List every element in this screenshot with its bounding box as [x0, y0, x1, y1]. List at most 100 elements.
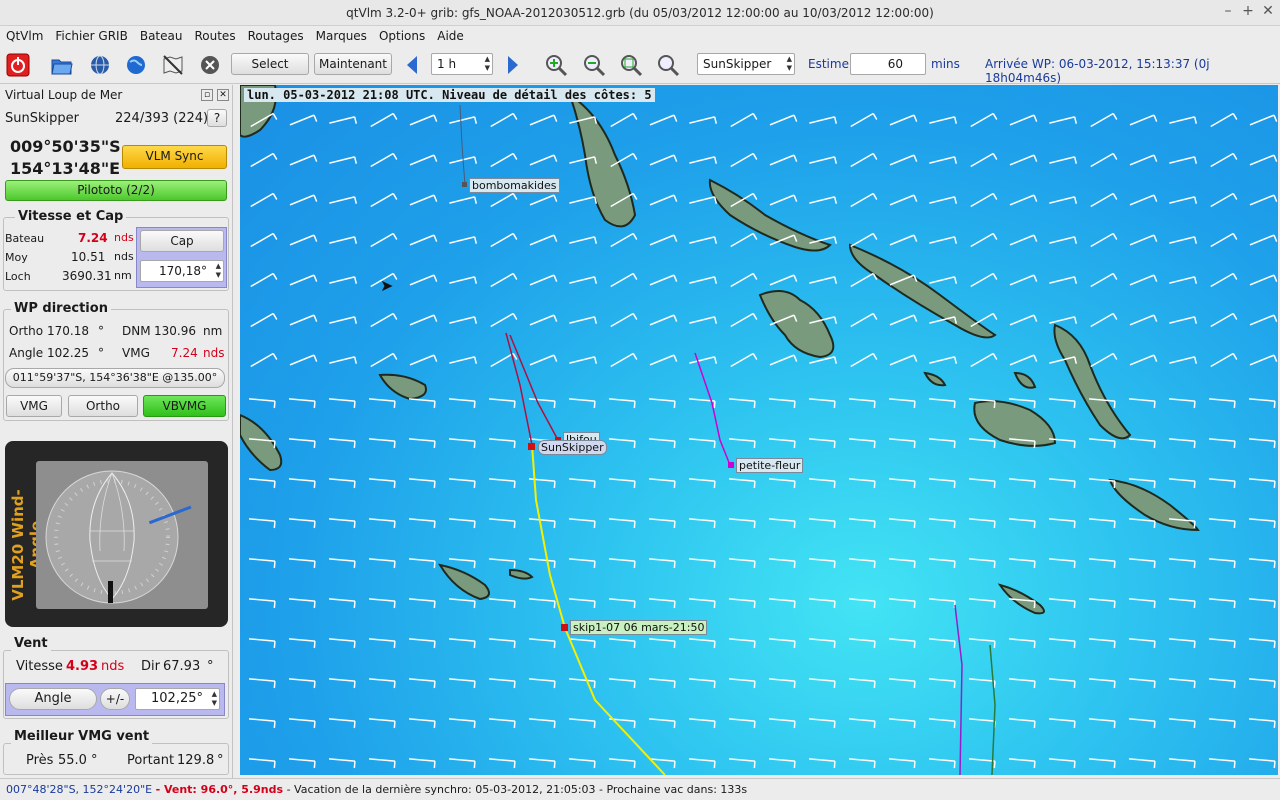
vbvmg-mode-button[interactable]: VBVMG: [143, 395, 226, 417]
angle-button[interactable]: Angle: [9, 688, 97, 710]
wind-barb-feather: [713, 641, 716, 649]
wind-barb: [528, 758, 556, 762]
menu-qtvlm[interactable]: QtVlm: [0, 26, 49, 43]
wind-barb-feather: [633, 521, 636, 529]
wind-barb: [328, 398, 356, 402]
wind-barb-feather: [953, 356, 958, 364]
power-icon[interactable]: [5, 52, 31, 78]
wind-barb-feather: [713, 521, 716, 529]
wind-barb: [808, 558, 836, 562]
spin-arrows-icon[interactable]: ▲ ▼: [216, 262, 221, 280]
boat-marker-petite-fleur[interactable]: [728, 462, 734, 468]
menu-bateau[interactable]: Bateau: [134, 26, 189, 43]
wind-barb: [568, 678, 596, 682]
ortho-mode-button[interactable]: Ortho: [68, 395, 138, 417]
cap-spinbox[interactable]: 170,18° ▲ ▼: [140, 260, 224, 282]
wind-barb-feather: [752, 193, 758, 200]
map-view[interactable]: lun. 05-03-2012 21:08 UTC. Niveau de dét…: [240, 85, 1278, 775]
wind-barb: [448, 598, 476, 602]
angle-spinbox[interactable]: 102,25° ▲ ▼: [135, 688, 220, 710]
wind-barb-feather: [713, 721, 716, 729]
wind-barb: [768, 518, 796, 522]
wind-barb: [1008, 558, 1036, 562]
wind-barb: [1090, 272, 1114, 288]
boat-marker-skip1[interactable]: [561, 624, 568, 631]
wind-barb-feather: [1153, 721, 1156, 729]
best-vmg-title: Meilleur VMG vent: [11, 729, 153, 744]
now-button[interactable]: Maintenant: [314, 53, 392, 75]
menu-routes[interactable]: Routes: [188, 26, 241, 43]
wind-barb-feather: [1273, 441, 1276, 449]
wind-barb: [248, 678, 276, 682]
globe-blue-icon[interactable]: [123, 52, 149, 78]
wind-barb: [248, 598, 276, 602]
wind-barb-feather: [793, 481, 796, 489]
vlm-sync-button[interactable]: VLM Sync: [122, 145, 227, 169]
wind-barb-feather: [473, 601, 476, 609]
wind-barb-feather: [1033, 441, 1036, 449]
vmg-mode-button[interactable]: VMG: [6, 395, 62, 417]
boat-marker-bombomakides[interactable]: [462, 182, 467, 187]
label-sunskipper[interactable]: SunSkipper: [538, 440, 607, 455]
panel-close-icon[interactable]: ✕: [217, 89, 229, 101]
wind-barb-feather: [1033, 194, 1038, 202]
label-petite-fleur[interactable]: petite-fleur: [736, 458, 804, 473]
plus-minus-button[interactable]: +/-: [100, 688, 130, 710]
spin-arrows-icon[interactable]: ▲ ▼: [485, 55, 490, 73]
pilototo-button[interactable]: Pilototo (2/2): [5, 180, 227, 201]
time-step-spinbox[interactable]: 1 h ▲ ▼: [431, 53, 493, 75]
wind-barb-feather: [1033, 154, 1038, 162]
wind-barb-feather: [953, 481, 956, 489]
menu-fichier-grib[interactable]: Fichier GRIB: [49, 26, 133, 43]
boat-marker-sunskipper[interactable]: [528, 443, 535, 450]
arrow-left-icon[interactable]: [399, 52, 425, 78]
wind-barb: [768, 598, 796, 602]
estime-input[interactable]: 60: [850, 53, 926, 75]
zoom-fit-icon[interactable]: [618, 52, 644, 78]
map-canvas[interactable]: [240, 85, 1278, 775]
wind-barb: [288, 598, 316, 602]
wind-barb-feather: [353, 196, 358, 204]
boat-selector[interactable]: SunSkipper ▲ ▼: [697, 53, 795, 75]
maximize-icon[interactable]: +: [1240, 3, 1256, 19]
zoom-out-icon[interactable]: [581, 52, 607, 78]
wind-barb-feather: [1273, 681, 1276, 689]
wind-barb: [889, 154, 915, 166]
wind-barb: [288, 478, 316, 482]
zoom-1-1-icon[interactable]: [655, 52, 681, 78]
undock-icon[interactable]: ▫: [201, 89, 213, 101]
help-button[interactable]: ?: [207, 109, 227, 127]
wind-barb: [728, 598, 756, 602]
wind-barb: [728, 518, 756, 522]
label-bombomakides[interactable]: bombomakides: [469, 178, 560, 193]
menu-aide[interactable]: Aide: [431, 26, 470, 43]
wind-barb-feather: [993, 561, 996, 569]
wind-barb-feather: [513, 681, 516, 689]
cap-button[interactable]: Cap: [140, 230, 224, 252]
wind-barb: [1008, 478, 1036, 482]
spin-arrows-icon[interactable]: ▲ ▼: [212, 690, 217, 708]
minimize-icon[interactable]: –: [1220, 3, 1236, 19]
globe-icon[interactable]: [87, 52, 113, 78]
wind-barb: [970, 112, 994, 128]
wp-position-button[interactable]: 011°59'37"S, 154°36'38"E @135.00°: [5, 368, 225, 388]
vmg-label: VMG: [122, 346, 150, 360]
close-circle-icon[interactable]: [197, 52, 223, 78]
menu-routages[interactable]: Routages: [242, 26, 310, 43]
wind-barb: [1168, 638, 1196, 642]
spin-arrows-icon[interactable]: ▲ ▼: [787, 55, 792, 73]
close-icon[interactable]: ✕: [1260, 3, 1276, 19]
wind-barb: [528, 678, 556, 682]
wind-barb-feather: [393, 401, 396, 409]
wind-barb-feather: [713, 356, 718, 364]
open-folder-icon[interactable]: [49, 52, 75, 78]
zoom-in-icon[interactable]: [543, 52, 569, 78]
map-off-icon[interactable]: [160, 52, 186, 78]
wind-barb-feather: [993, 641, 996, 649]
menu-marques[interactable]: Marques: [310, 26, 373, 43]
menu-options[interactable]: Options: [373, 26, 431, 43]
arrow-right-icon[interactable]: [500, 52, 526, 78]
select-button[interactable]: Select: [231, 53, 309, 75]
wind-barb: [809, 356, 835, 364]
label-skip1[interactable]: skip1-07 06 mars-21:50: [570, 620, 708, 635]
